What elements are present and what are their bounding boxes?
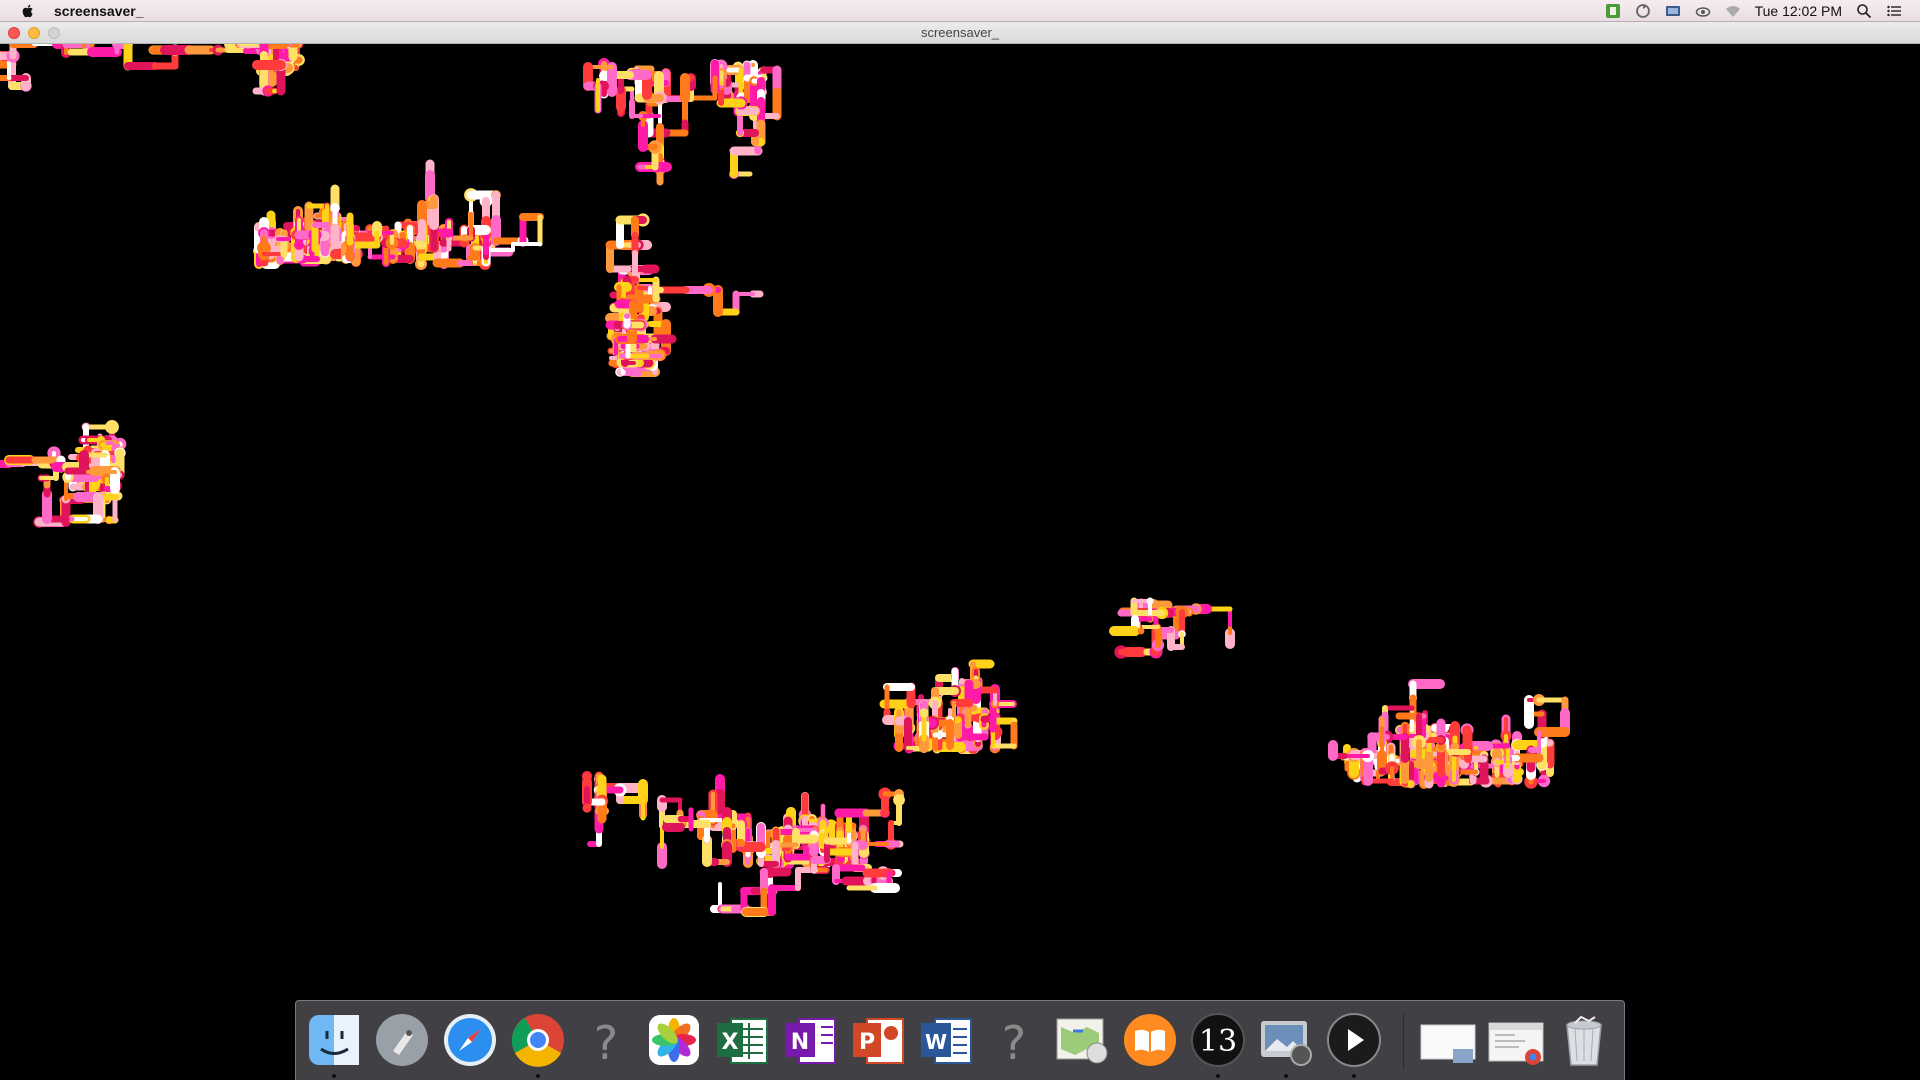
minimize-window-button[interactable] xyxy=(28,27,40,39)
running-indicator xyxy=(536,1074,540,1078)
safari-icon[interactable] xyxy=(441,1011,499,1069)
wifi-icon[interactable] xyxy=(1725,3,1741,19)
word-icon[interactable]: W xyxy=(917,1011,975,1069)
running-indicator xyxy=(332,1074,336,1078)
screensaver-canvas xyxy=(0,44,1570,917)
trash-icon[interactable] xyxy=(1555,1011,1613,1069)
processing-icon[interactable]: 13 xyxy=(1189,1011,1247,1078)
unknown-app-icon[interactable]: ? xyxy=(577,1011,635,1069)
zoom-window-button[interactable] xyxy=(48,27,60,39)
svg-text:W: W xyxy=(925,1030,947,1054)
pipe-cluster xyxy=(253,159,544,270)
svg-text:?: ? xyxy=(594,1016,618,1069)
powerpoint-icon[interactable]: P xyxy=(849,1011,907,1069)
menubar-clock[interactable]: Tue 12:02 PM xyxy=(1755,3,1842,19)
downloads-stack-icon[interactable] xyxy=(1419,1011,1477,1069)
apple-menu-icon[interactable] xyxy=(20,3,36,19)
launchpad-icon[interactable] xyxy=(373,1011,431,1069)
pipe-cluster xyxy=(581,770,648,847)
dock-separator xyxy=(1403,1013,1404,1069)
spotlight-icon[interactable] xyxy=(1856,3,1872,19)
svg-text:?: ? xyxy=(1002,1016,1026,1069)
photos-icon[interactable] xyxy=(645,1011,703,1069)
chrome-icon[interactable] xyxy=(509,1011,567,1078)
finder-icon[interactable] xyxy=(305,1011,363,1078)
close-window-button[interactable] xyxy=(8,27,20,39)
pipe-cluster xyxy=(0,44,305,97)
pipe-cluster xyxy=(583,58,782,186)
running-indicator xyxy=(1284,1074,1288,1078)
svg-text:N: N xyxy=(791,1030,809,1055)
cloud-icon[interactable] xyxy=(1695,3,1711,19)
preview-maps-icon[interactable] xyxy=(1053,1011,1111,1069)
dock: ? X N P W? 13 xyxy=(295,1000,1625,1080)
quicktime-icon[interactable] xyxy=(1325,1011,1383,1078)
excel-icon[interactable]: X xyxy=(713,1011,771,1069)
pipe-cluster xyxy=(1328,679,1570,789)
menu-bar: screensaver_ Tue 12:02 PM xyxy=(0,0,1920,22)
pipe-joint xyxy=(582,803,592,813)
pipe-cluster xyxy=(605,213,764,377)
pipe-cluster xyxy=(657,774,871,870)
svg-text:X: X xyxy=(722,1030,739,1055)
pipe-joint xyxy=(919,708,929,718)
svg-text:13: 13 xyxy=(1199,1024,1237,1059)
window-title-bar: screensaver_ xyxy=(0,22,1920,44)
sync-icon[interactable] xyxy=(1635,3,1651,19)
svg-text:P: P xyxy=(859,1030,875,1055)
display-icon[interactable] xyxy=(1665,3,1681,19)
pipe-joint xyxy=(623,312,631,320)
pipe-cluster xyxy=(879,659,1018,754)
pipe-joint xyxy=(1137,627,1145,635)
chrome-window-stack-icon[interactable] xyxy=(1487,1011,1545,1069)
onenote-icon[interactable]: N xyxy=(781,1011,839,1069)
notification-center-icon[interactable] xyxy=(1886,3,1902,19)
evernote-icon[interactable] xyxy=(1605,3,1621,19)
app-menu-name[interactable]: screensaver_ xyxy=(54,3,144,19)
pipe-cluster xyxy=(1109,597,1235,659)
pipe-cluster xyxy=(0,420,127,528)
running-indicator xyxy=(1216,1074,1220,1078)
ibooks-icon[interactable] xyxy=(1121,1011,1179,1069)
running-indicator xyxy=(1352,1074,1356,1078)
unknown-app-icon[interactable]: ? xyxy=(985,1011,1043,1069)
image-capture-icon[interactable] xyxy=(1257,1011,1315,1078)
window-title: screensaver_ xyxy=(920,25,1000,40)
